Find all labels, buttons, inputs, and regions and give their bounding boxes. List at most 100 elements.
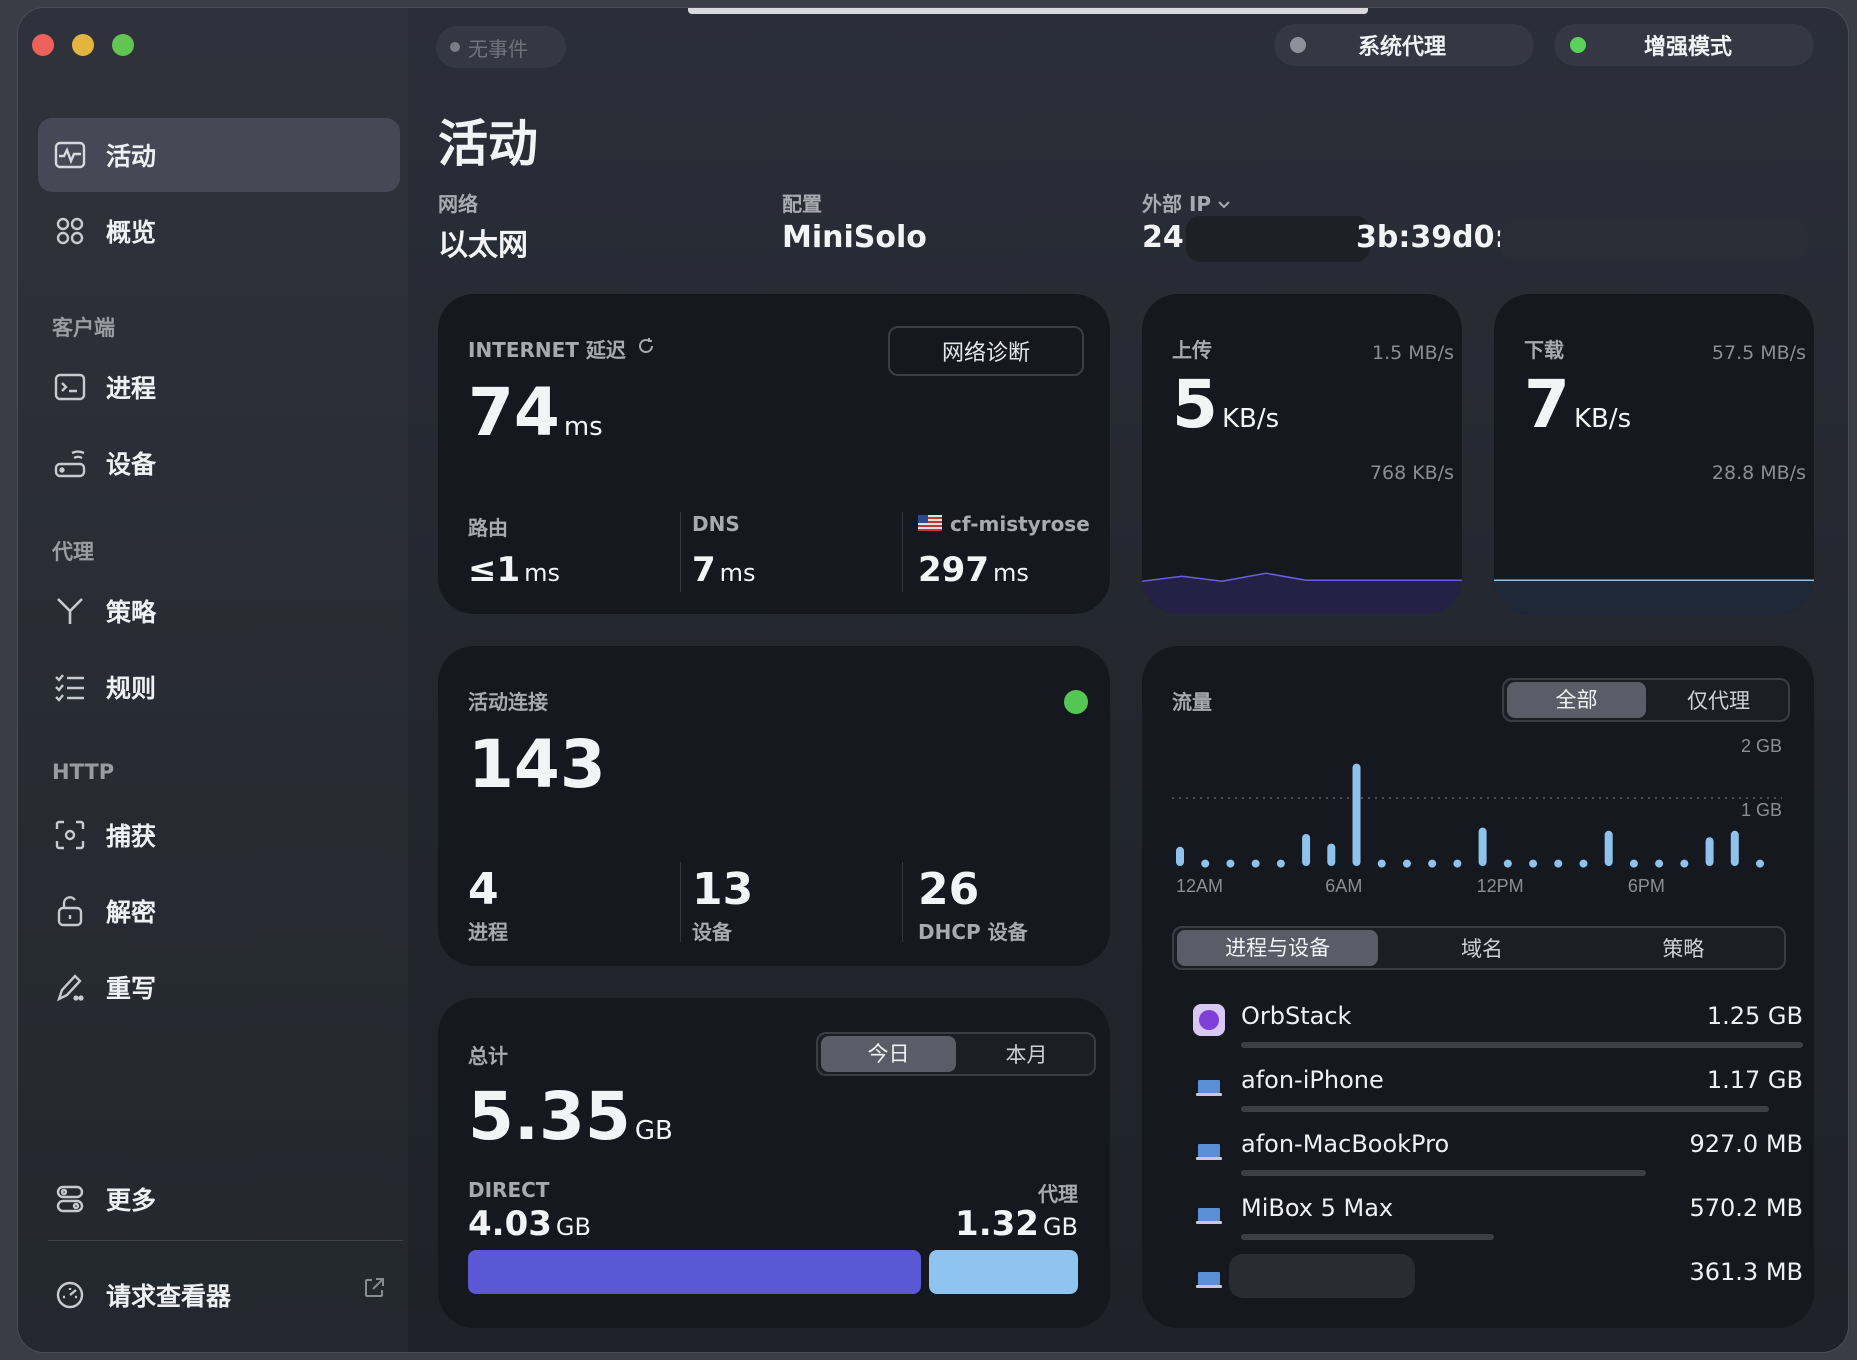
usage-bar — [1241, 1042, 1803, 1048]
proxy-bar — [929, 1250, 1078, 1294]
direct-label: DIRECT — [468, 1178, 550, 1202]
traffic-bar — [1680, 859, 1689, 868]
tab-domain[interactable]: 域名 — [1381, 933, 1582, 963]
proxy-unit: GB — [1042, 1213, 1078, 1241]
x-tick-label: 6AM — [1325, 876, 1362, 896]
traffic-bar — [1226, 859, 1235, 868]
list-item[interactable]: afon-iPhone 1.17 GB — [1193, 1062, 1803, 1118]
external-ip-label[interactable]: 外部 IP — [1142, 188, 1231, 217]
config-value: MiniSolo — [782, 220, 927, 255]
device-count-label: 设备 — [692, 920, 732, 944]
process-count: 4 — [468, 864, 499, 915]
laptop-icon — [1193, 1068, 1225, 1100]
item-value: 1.25 GB — [1706, 1002, 1803, 1030]
latency-card: INTERNET 延迟 网络诊断 74 ms 路由 ≤1 ms DNS 7 ms cf… — [438, 294, 1110, 614]
dhcp-count: 26 — [918, 864, 980, 915]
sidebar-item-policy[interactable]: 策略 — [38, 574, 400, 648]
traffic-bar — [1276, 859, 1285, 868]
tab-all[interactable]: 全部 — [1507, 682, 1646, 718]
tab-proxy-only[interactable]: 仅代理 — [1649, 685, 1788, 715]
download-sparkline — [1494, 579, 1814, 614]
usage-bar — [1241, 1170, 1646, 1176]
traffic-bar — [1453, 859, 1462, 868]
sidebar-item-label: 策略 — [106, 598, 157, 627]
proxy-value: 1.32 GB — [955, 1204, 1078, 1244]
sidebar-item-process[interactable]: 进程 — [38, 350, 400, 424]
system-proxy-toggle[interactable]: 系统代理 — [1274, 24, 1534, 66]
dns-latency-unit: ms — [719, 559, 756, 587]
sidebar-item-request-viewer[interactable]: 请求查看器 — [38, 1258, 400, 1332]
sidebar-item-device[interactable]: 设备 — [38, 426, 400, 500]
router-latency-unit: ms — [524, 559, 561, 587]
sidebar-item-label: 进程 — [106, 374, 157, 403]
sidebar-item-decrypt[interactable]: 解密 — [38, 874, 400, 948]
sidebar-item-more[interactable]: 更多 — [38, 1162, 400, 1236]
item-value: 361.3 MB — [1689, 1258, 1803, 1286]
refresh-icon[interactable] — [636, 336, 656, 361]
connection-status-dot — [1064, 690, 1088, 714]
list-item[interactable]: OrbStack 1.25 GB — [1193, 998, 1803, 1054]
activity-icon — [52, 137, 88, 173]
traffic-bar — [1402, 859, 1411, 868]
event-status-pill[interactable]: 无事件 — [436, 26, 566, 68]
traffic-title: 流量 — [1172, 690, 1212, 714]
sidebar-item-label: 请求查看器 — [106, 1282, 232, 1311]
tab-today[interactable]: 今日 — [821, 1036, 956, 1072]
direct-unit: GB — [555, 1213, 591, 1241]
proxy-label: 代理 — [1038, 1182, 1078, 1206]
list-item[interactable]: 361.3 MB — [1193, 1254, 1803, 1310]
sidebar-item-capture[interactable]: 捕获 — [38, 798, 400, 872]
fork-icon — [52, 593, 88, 629]
device-count: 13 — [692, 864, 754, 915]
dns-latency-number: 7 — [692, 550, 716, 590]
y-tick-label: 1 GB — [1741, 800, 1782, 820]
download-max: 57.5 MB/s — [1711, 342, 1806, 364]
traffic-bar — [1655, 859, 1664, 868]
tab-policy[interactable]: 策略 — [1583, 933, 1784, 963]
terminal-icon — [52, 369, 88, 405]
upload-card: 上传 1.5 MB/s 5 KB/s 768 KB/s — [1142, 294, 1462, 614]
pen-icon — [52, 969, 88, 1005]
sidebar-item-label: 活动 — [106, 142, 157, 171]
list-item[interactable]: afon-MacBookPro 927.0 MB — [1193, 1126, 1803, 1182]
total-period-segmented: 今日 本月 — [816, 1032, 1096, 1076]
status-dot — [450, 42, 460, 52]
laptop-icon — [1193, 1196, 1225, 1228]
usage-bar — [1241, 1234, 1494, 1240]
x-tick-label: 12PM — [1477, 876, 1524, 896]
traffic-filter-segmented: 全部 仅代理 — [1502, 678, 1790, 722]
traffic-bar — [1352, 763, 1361, 866]
traffic-bar — [1629, 859, 1638, 868]
upload-mid: 768 KB/s — [1369, 462, 1454, 484]
sidebar-item-rewrite[interactable]: 重写 — [38, 950, 400, 1024]
network-diagnostics-button[interactable]: 网络诊断 — [888, 326, 1084, 376]
redaction-mask — [1500, 220, 1808, 260]
process-count-label: 进程 — [468, 920, 508, 944]
total-number: 5.35 — [468, 1078, 631, 1155]
traffic-bar — [1554, 859, 1563, 868]
sidebar-item-activity[interactable]: 活动 — [38, 118, 400, 192]
sidebar: 活动 概览 客户端 进程 设备 代理 策略 规则 HTTP 捕获 解密 重写 更… — [18, 8, 408, 1352]
enhanced-mode-toggle[interactable]: 增强模式 — [1554, 24, 1814, 66]
sidebar-item-overview[interactable]: 概览 — [38, 194, 400, 268]
external-link-icon[interactable] — [362, 1276, 386, 1304]
upload-sparkline — [1142, 572, 1462, 614]
sidebar-item-label: 捕获 — [106, 822, 157, 851]
gauge-icon — [52, 1277, 88, 1313]
router-label: 路由 — [468, 516, 508, 540]
network-label: 网络 — [438, 192, 478, 216]
enhanced-mode-label: 增强模式 — [1644, 35, 1733, 60]
sidebar-item-rules[interactable]: 规则 — [38, 650, 400, 724]
traffic-bar — [1478, 827, 1487, 866]
divider — [680, 862, 681, 942]
traffic-bar — [1201, 859, 1210, 868]
toggles-icon — [52, 1181, 88, 1217]
tab-month[interactable]: 本月 — [959, 1039, 1094, 1069]
tab-process-device[interactable]: 进程与设备 — [1177, 930, 1379, 966]
section-label-client: 客户端 — [52, 316, 115, 340]
system-proxy-label: 系统代理 — [1358, 35, 1447, 60]
traffic-bar — [1579, 859, 1588, 868]
list-item[interactable]: MiBox 5 Max 570.2 MB — [1193, 1190, 1803, 1246]
upload-label: 上传 — [1172, 338, 1212, 362]
proxy-node-name: cf-mistyrose — [950, 512, 1090, 536]
